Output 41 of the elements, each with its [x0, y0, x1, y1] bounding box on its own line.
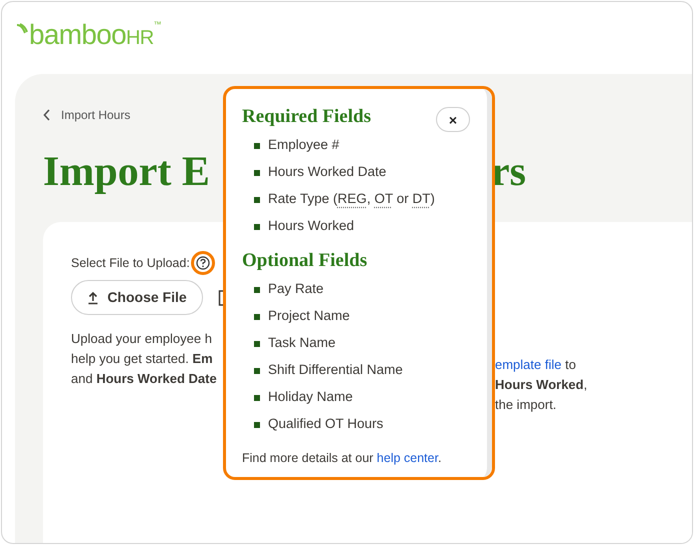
field-name: Hours Worked: [268, 217, 354, 236]
section-heading: Required Fields: [242, 105, 371, 129]
bullet-icon: [254, 224, 260, 230]
breadcrumb-link[interactable]: Import Hours: [61, 106, 130, 124]
field-name: Project Name: [268, 307, 350, 326]
description-text: and Hours Worked Date: [71, 370, 218, 388]
help-text: Find more details at our help center.: [242, 450, 442, 467]
back-chevron-icon[interactable]: [43, 109, 51, 121]
help-icon[interactable]: [196, 256, 210, 270]
file-icon: [218, 290, 223, 306]
section-heading: Optional Fields: [242, 249, 368, 273]
bullet-icon: [254, 340, 260, 346]
bullet-icon: [254, 196, 260, 202]
logo-text: bambooHR ™: [29, 21, 161, 49]
description-text: Hours Worked,: [495, 376, 588, 394]
bullet-icon: [254, 368, 260, 374]
bullet-icon: [254, 314, 260, 320]
page-title: Import E: [43, 151, 211, 193]
description-text: Upload your employee h: [71, 330, 213, 348]
field-name: Pay Rate: [268, 280, 324, 298]
field-name: Task Name: [268, 334, 336, 352]
field-name: Rate Type (REG, OT or DT): [268, 190, 435, 208]
bullet-icon: [254, 394, 260, 400]
field-name: Employee #: [268, 136, 340, 154]
template-link[interactable]: emplate file: [495, 357, 562, 372]
bullet-icon: [254, 422, 260, 428]
bullet-icon: [254, 170, 260, 176]
field-name: Qualified OT Hours: [268, 415, 384, 434]
description-text: emplate file to: [495, 356, 577, 374]
close-button[interactable]: ×: [436, 107, 470, 132]
description-text: help you get started. Em: [71, 350, 214, 368]
field-name: Hours Worked Date: [268, 163, 386, 182]
bullet-icon: [254, 142, 260, 148]
help-center-link[interactable]: help center: [376, 451, 438, 465]
choose-file-button[interactable]: Choose File: [71, 280, 203, 315]
field-name: Holiday Name: [268, 388, 353, 406]
description-text: the import.: [495, 396, 558, 414]
upload-icon: [87, 290, 100, 304]
bullet-icon: [254, 286, 260, 292]
upload-label: Select File to Upload:: [71, 254, 190, 272]
field-name: Shift Differential Name: [268, 361, 403, 380]
